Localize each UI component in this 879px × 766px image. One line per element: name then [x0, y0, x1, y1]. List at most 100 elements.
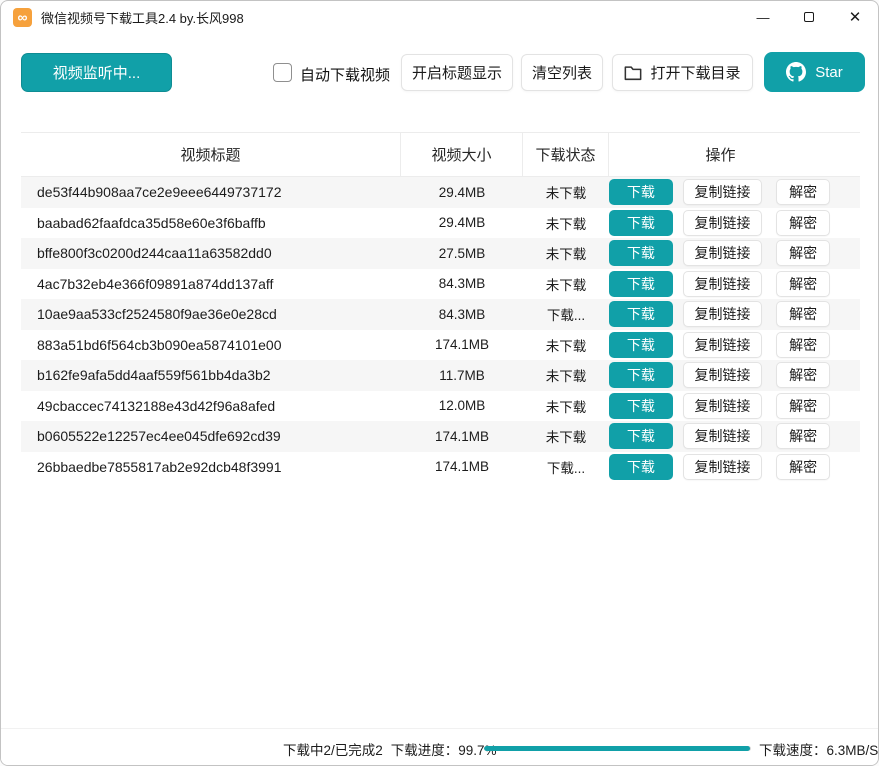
row-actions: 下载 复制链接 解密 — [609, 332, 860, 358]
video-table: 视频标题 视频大小 下载状态 操作 de53f44b908aa7ce2e9eee… — [21, 132, 860, 482]
video-size: 27.5MB — [401, 246, 523, 261]
copy-link-button[interactable]: 复制链接 — [683, 454, 763, 480]
download-button[interactable]: 下载 — [609, 271, 673, 297]
app-icon: ∞ — [13, 8, 32, 27]
copy-link-button[interactable]: 复制链接 — [683, 362, 763, 388]
download-status: 未下载 — [523, 213, 609, 233]
video-size: 84.3MB — [401, 307, 523, 322]
download-status: 未下载 — [523, 243, 609, 263]
window-controls: — ✕ — [740, 1, 878, 33]
copy-link-button[interactable]: 复制链接 — [683, 423, 763, 449]
toggle-title-display-label: 开启标题显示 — [412, 62, 502, 83]
row-actions: 下载 复制链接 解密 — [609, 393, 860, 419]
video-title: de53f44b908aa7ce2e9eee6449737172 — [21, 184, 401, 200]
status-right-text: 下载速度：6.3MB/S — [759, 739, 878, 759]
progress-fill — [484, 746, 750, 751]
table-row: de53f44b908aa7ce2e9eee6449737172 29.4MB … — [21, 177, 860, 208]
download-button[interactable]: 下载 — [609, 332, 673, 358]
status-bar: 下载中2/已完成2下载进度：99.7% 下载速度：6.3MB/S — [1, 728, 878, 765]
download-status: 下载... — [523, 457, 609, 477]
copy-link-button[interactable]: 复制链接 — [683, 393, 763, 419]
video-size: 174.1MB — [401, 337, 523, 352]
video-title: 883a51bd6f564cb3b090ea5874101e00 — [21, 337, 401, 353]
github-star-button[interactable]: Star — [764, 52, 865, 92]
window-title: 微信视频号下载工具2.4 by.长风998 — [41, 8, 244, 27]
row-actions: 下载 复制链接 解密 — [609, 301, 860, 327]
download-progress-bar — [484, 746, 751, 751]
download-status: 未下载 — [523, 182, 609, 202]
table-row: b162fe9afa5dd4aaf559f561bb4da3b2 11.7MB … — [21, 360, 860, 391]
table-row: bffe800f3c0200d244caa11a63582dd0 27.5MB … — [21, 238, 860, 269]
open-download-dir-button[interactable]: 打开下载目录 — [612, 54, 753, 91]
video-size: 174.1MB — [401, 429, 523, 444]
video-title: b0605522e12257ec4ee045dfe692cd39 — [21, 428, 401, 444]
table-row: 883a51bd6f564cb3b090ea5874101e00 174.1MB… — [21, 330, 860, 361]
video-size: 12.0MB — [401, 398, 523, 413]
decrypt-button[interactable]: 解密 — [776, 332, 830, 358]
listen-status-button[interactable]: 视频监听中... — [21, 53, 172, 92]
close-button[interactable]: ✕ — [832, 1, 878, 33]
table-row: 26bbaedbe7855817ab2e92dcb48f3991 174.1MB… — [21, 452, 860, 483]
video-size: 11.7MB — [401, 368, 523, 383]
table-row: 49cbaccec74132188e43d42f96a8afed 12.0MB … — [21, 391, 860, 422]
download-status: 未下载 — [523, 335, 609, 355]
video-size: 29.4MB — [401, 185, 523, 200]
row-actions: 下载 复制链接 解密 — [609, 423, 860, 449]
row-actions: 下载 复制链接 解密 — [609, 271, 860, 297]
toolbar: 视频监听中... 自动下载视频 开启标题显示 清空列表 打开下载目录 Star — [1, 33, 878, 111]
table-row: 4ac7b32eb4e366f09891a874dd137aff 84.3MB … — [21, 269, 860, 300]
table-body: de53f44b908aa7ce2e9eee6449737172 29.4MB … — [21, 177, 860, 482]
download-button[interactable]: 下载 — [609, 301, 673, 327]
table-row: 10ae9aa533cf2524580f9ae36e0e28cd 84.3MB … — [21, 299, 860, 330]
download-button[interactable]: 下载 — [609, 393, 673, 419]
video-title: bffe800f3c0200d244caa11a63582dd0 — [21, 245, 401, 261]
decrypt-button[interactable]: 解密 — [776, 240, 830, 266]
table-header: 视频标题 视频大小 下载状态 操作 — [21, 132, 860, 177]
download-status: 未下载 — [523, 396, 609, 416]
download-status: 未下载 — [523, 274, 609, 294]
speed-label: 下载速度： — [759, 743, 827, 758]
copy-link-button[interactable]: 复制链接 — [683, 210, 763, 236]
copy-link-button[interactable]: 复制链接 — [683, 179, 763, 205]
video-title: 4ac7b32eb4e366f09891a874dd137aff — [21, 276, 401, 292]
copy-link-button[interactable]: 复制链接 — [683, 332, 763, 358]
close-icon: ✕ — [849, 8, 862, 26]
download-button[interactable]: 下载 — [609, 210, 673, 236]
decrypt-button[interactable]: 解密 — [776, 179, 830, 205]
video-title: 26bbaedbe7855817ab2e92dcb48f3991 — [21, 459, 401, 475]
clear-list-button[interactable]: 清空列表 — [521, 54, 603, 91]
video-title: 10ae9aa533cf2524580f9ae36e0e28cd — [21, 306, 401, 322]
decrypt-button[interactable]: 解密 — [776, 210, 830, 236]
decrypt-button[interactable]: 解密 — [776, 423, 830, 449]
decrypt-button[interactable]: 解密 — [776, 454, 830, 480]
status-left-text: 下载中2/已完成2下载进度：99.7% — [283, 739, 497, 759]
video-size: 174.1MB — [401, 459, 523, 474]
copy-link-button[interactable]: 复制链接 — [683, 271, 763, 297]
toggle-title-display-button[interactable]: 开启标题显示 — [401, 54, 513, 91]
github-icon — [786, 62, 806, 82]
download-status: 未下载 — [523, 426, 609, 446]
table-row: b0605522e12257ec4ee045dfe692cd39 174.1MB… — [21, 421, 860, 452]
decrypt-button[interactable]: 解密 — [776, 362, 830, 388]
decrypt-button[interactable]: 解密 — [776, 271, 830, 297]
minimize-button[interactable]: — — [740, 1, 786, 33]
copy-link-button[interactable]: 复制链接 — [683, 240, 763, 266]
decrypt-button[interactable]: 解密 — [776, 301, 830, 327]
download-button[interactable]: 下载 — [609, 240, 673, 266]
title-bar: ∞ 微信视频号下载工具2.4 by.长风998 — ✕ — [1, 1, 878, 33]
maximize-button[interactable] — [786, 1, 832, 33]
header-video-title: 视频标题 — [21, 133, 401, 176]
auto-download-checkbox[interactable] — [273, 63, 292, 82]
video-size: 84.3MB — [401, 276, 523, 291]
download-button[interactable]: 下载 — [609, 454, 673, 480]
decrypt-button[interactable]: 解密 — [776, 393, 830, 419]
header-actions: 操作 — [609, 133, 860, 176]
video-title: b162fe9afa5dd4aaf559f561bb4da3b2 — [21, 367, 401, 383]
download-button[interactable]: 下载 — [609, 423, 673, 449]
video-title: baabad62faafdca35d58e60e3f6baffb — [21, 215, 401, 231]
download-button[interactable]: 下载 — [609, 362, 673, 388]
download-status: 下载... — [523, 304, 609, 324]
minimize-icon: — — [757, 10, 770, 25]
download-button[interactable]: 下载 — [609, 179, 673, 205]
copy-link-button[interactable]: 复制链接 — [683, 301, 763, 327]
